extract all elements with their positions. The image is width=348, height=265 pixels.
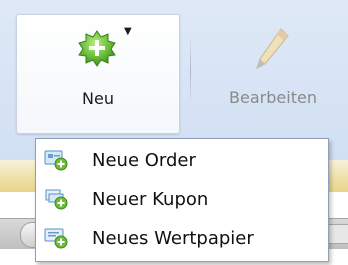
pencil-icon	[251, 26, 291, 74]
menu-item-label: Neue Order	[92, 150, 196, 171]
add-star-icon	[78, 29, 116, 67]
new-dropdown-menu: Neue Order Neuer Kupon Neues Wertpapier	[35, 138, 329, 262]
new-button[interactable]: ▼ Neu	[16, 14, 180, 134]
menu-item-label: Neues Wertpapier	[92, 228, 254, 249]
ribbon-divider	[190, 38, 191, 104]
new-order-icon	[44, 149, 68, 171]
menu-item-new-coupon[interactable]: Neuer Kupon	[36, 180, 328, 218]
menu-item-new-order[interactable]: Neue Order	[36, 141, 328, 179]
new-security-icon	[44, 227, 68, 249]
menu-item-new-security[interactable]: Neues Wertpapier	[36, 219, 328, 257]
dropdown-caret-icon: ▼	[124, 26, 132, 37]
new-button-label: Neu	[82, 89, 114, 108]
new-coupon-icon	[44, 188, 68, 210]
edit-button[interactable]: Bearbeiten	[205, 14, 348, 132]
edit-button-label: Bearbeiten	[229, 88, 317, 107]
menu-item-label: Neuer Kupon	[92, 189, 209, 210]
